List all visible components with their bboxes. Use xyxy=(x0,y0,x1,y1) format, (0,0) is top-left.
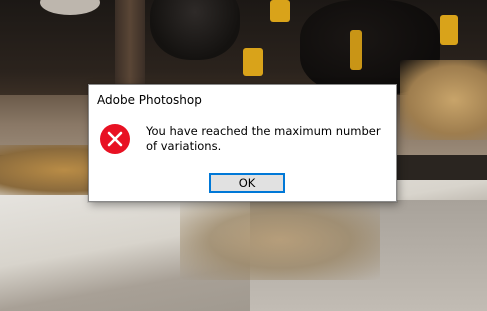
background-hay xyxy=(400,60,487,140)
background-ear-tag xyxy=(243,48,263,76)
background-gravel xyxy=(180,200,380,280)
error-dialog: Adobe Photoshop You have reached the max… xyxy=(88,84,397,202)
ok-button[interactable]: OK xyxy=(209,173,285,193)
dialog-message: You have reached the maximum number of v… xyxy=(146,124,381,153)
background-ear-tag xyxy=(270,0,290,22)
background-ear-tag xyxy=(350,30,362,70)
background-ear-tag xyxy=(440,15,458,45)
background-post xyxy=(115,0,145,95)
dialog-button-bar: OK xyxy=(89,165,396,201)
dialog-title: Adobe Photoshop xyxy=(97,93,202,107)
error-icon xyxy=(99,123,131,155)
